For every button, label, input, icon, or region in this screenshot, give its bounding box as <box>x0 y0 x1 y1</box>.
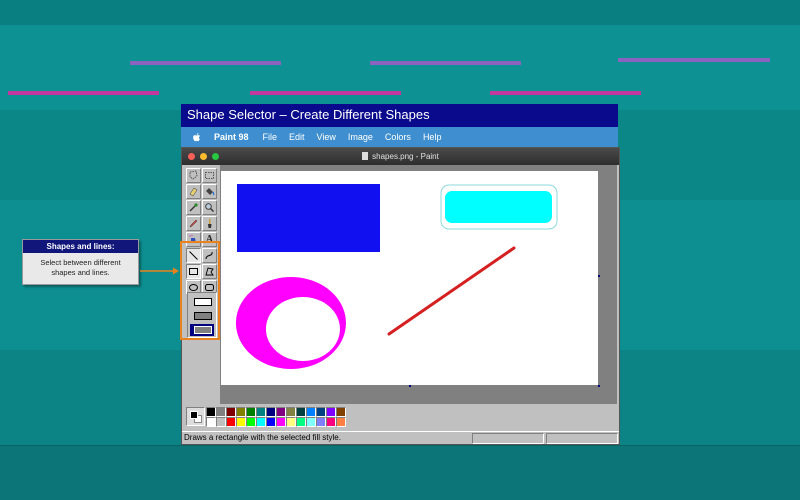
color-swatch[interactable] <box>236 417 246 427</box>
foreground-color <box>190 411 198 419</box>
menu-image[interactable]: Image <box>348 127 373 147</box>
status-cell <box>546 433 618 444</box>
pencil-tool[interactable] <box>186 216 201 231</box>
paint-window: shapes.png - Paint A Draws a rectangle w… <box>181 147 620 445</box>
decorative-stripe <box>8 91 159 95</box>
free-select-tool[interactable] <box>186 168 201 183</box>
app-menu[interactable]: Paint 98 <box>214 127 249 147</box>
fill-tool[interactable] <box>202 184 217 199</box>
color-swatch[interactable] <box>276 407 286 417</box>
canvas-drawing <box>235 184 558 369</box>
color-swatch[interactable] <box>336 407 346 417</box>
menu-help[interactable]: Help <box>423 127 442 147</box>
color-swatch[interactable] <box>256 407 266 417</box>
document-icon <box>362 152 369 160</box>
zoom-button[interactable] <box>212 153 219 160</box>
color-swatch[interactable] <box>316 407 326 417</box>
color-swatch[interactable] <box>236 407 246 417</box>
drawn-rectangle <box>237 184 380 252</box>
status-bar: Draws a rectangle with the selected fill… <box>182 431 619 444</box>
magnifier-tool[interactable] <box>202 200 217 215</box>
tools-highlight <box>180 241 220 340</box>
color-swatch[interactable] <box>266 407 276 417</box>
window-title: shapes.png - Paint <box>372 152 439 161</box>
background-band <box>0 0 800 25</box>
menu-file[interactable]: File <box>263 127 278 147</box>
drawn-line <box>387 246 516 336</box>
canvas-area[interactable] <box>220 165 617 405</box>
apple-icon[interactable] <box>192 132 202 143</box>
callout-arrow <box>140 267 179 275</box>
color-swatch[interactable] <box>326 407 336 417</box>
fill-bucket-icon <box>206 188 215 196</box>
decorative-stripe <box>490 91 641 95</box>
color-swatch[interactable] <box>286 407 296 417</box>
color-swatch[interactable] <box>216 417 226 427</box>
decorative-stripe <box>130 61 281 65</box>
color-swatch[interactable] <box>226 407 236 417</box>
color-palette <box>182 404 619 430</box>
color-swatch[interactable] <box>306 417 316 427</box>
color-swatch[interactable] <box>306 407 316 417</box>
callout-heading: Shapes and lines: <box>23 240 138 253</box>
menu-edit[interactable]: Edit <box>289 127 305 147</box>
resize-handle[interactable] <box>598 385 600 387</box>
color-swatch[interactable] <box>336 417 346 427</box>
decorative-stripe <box>370 61 521 65</box>
resize-handle[interactable] <box>598 275 600 277</box>
close-button[interactable] <box>188 153 195 160</box>
color-swatch[interactable] <box>216 407 226 417</box>
color-swatch[interactable] <box>246 417 256 427</box>
drawing-canvas[interactable] <box>221 171 598 385</box>
brush-icon <box>208 219 212 228</box>
magnifier-icon <box>205 203 214 212</box>
free-select-icon <box>189 170 198 180</box>
color-swatch[interactable] <box>206 407 216 417</box>
color-swatch[interactable] <box>206 417 216 427</box>
eraser-icon <box>189 187 198 197</box>
drawn-rounded-rectangle <box>445 191 552 223</box>
rect-select-tool[interactable] <box>202 168 217 183</box>
color-swatch[interactable] <box>296 407 306 417</box>
color-swatch[interactable] <box>286 417 296 427</box>
background-band <box>0 25 800 110</box>
decorative-stripe <box>250 91 401 95</box>
color-picker-icon <box>189 203 198 212</box>
background-band <box>0 445 800 500</box>
color-swatch[interactable] <box>326 417 336 427</box>
color-swatch[interactable] <box>266 417 276 427</box>
slide-title: Shape Selector – Create Different Shapes <box>181 104 618 127</box>
brush-tool[interactable] <box>202 216 217 231</box>
callout-box: Shapes and lines: Select between differe… <box>22 239 139 285</box>
drawn-ellipse <box>235 277 346 369</box>
eraser-tool[interactable] <box>186 184 201 199</box>
decorative-stripe <box>618 58 770 62</box>
current-colors[interactable] <box>186 407 205 426</box>
color-swatches <box>206 407 346 427</box>
color-swatch[interactable] <box>296 417 306 427</box>
callout-body: Select between different shapes and line… <box>40 258 121 277</box>
status-text: Draws a rectangle with the selected fill… <box>184 433 341 442</box>
menubar: Paint 98 File Edit View Image Colors Hel… <box>181 127 618 147</box>
status-cell <box>472 433 544 444</box>
color-swatch[interactable] <box>276 417 286 427</box>
color-swatch[interactable] <box>256 417 266 427</box>
color-picker-tool[interactable] <box>186 200 201 215</box>
resize-handle[interactable] <box>409 385 411 387</box>
color-swatch[interactable] <box>226 417 236 427</box>
menu-colors[interactable]: Colors <box>385 127 411 147</box>
window-titlebar[interactable]: shapes.png - Paint <box>182 148 619 165</box>
color-swatch[interactable] <box>246 407 256 417</box>
menu-view[interactable]: View <box>317 127 336 147</box>
pencil-icon <box>189 219 198 228</box>
color-swatch[interactable] <box>316 417 326 427</box>
minimize-button[interactable] <box>200 153 207 160</box>
rect-select-icon <box>205 172 214 179</box>
